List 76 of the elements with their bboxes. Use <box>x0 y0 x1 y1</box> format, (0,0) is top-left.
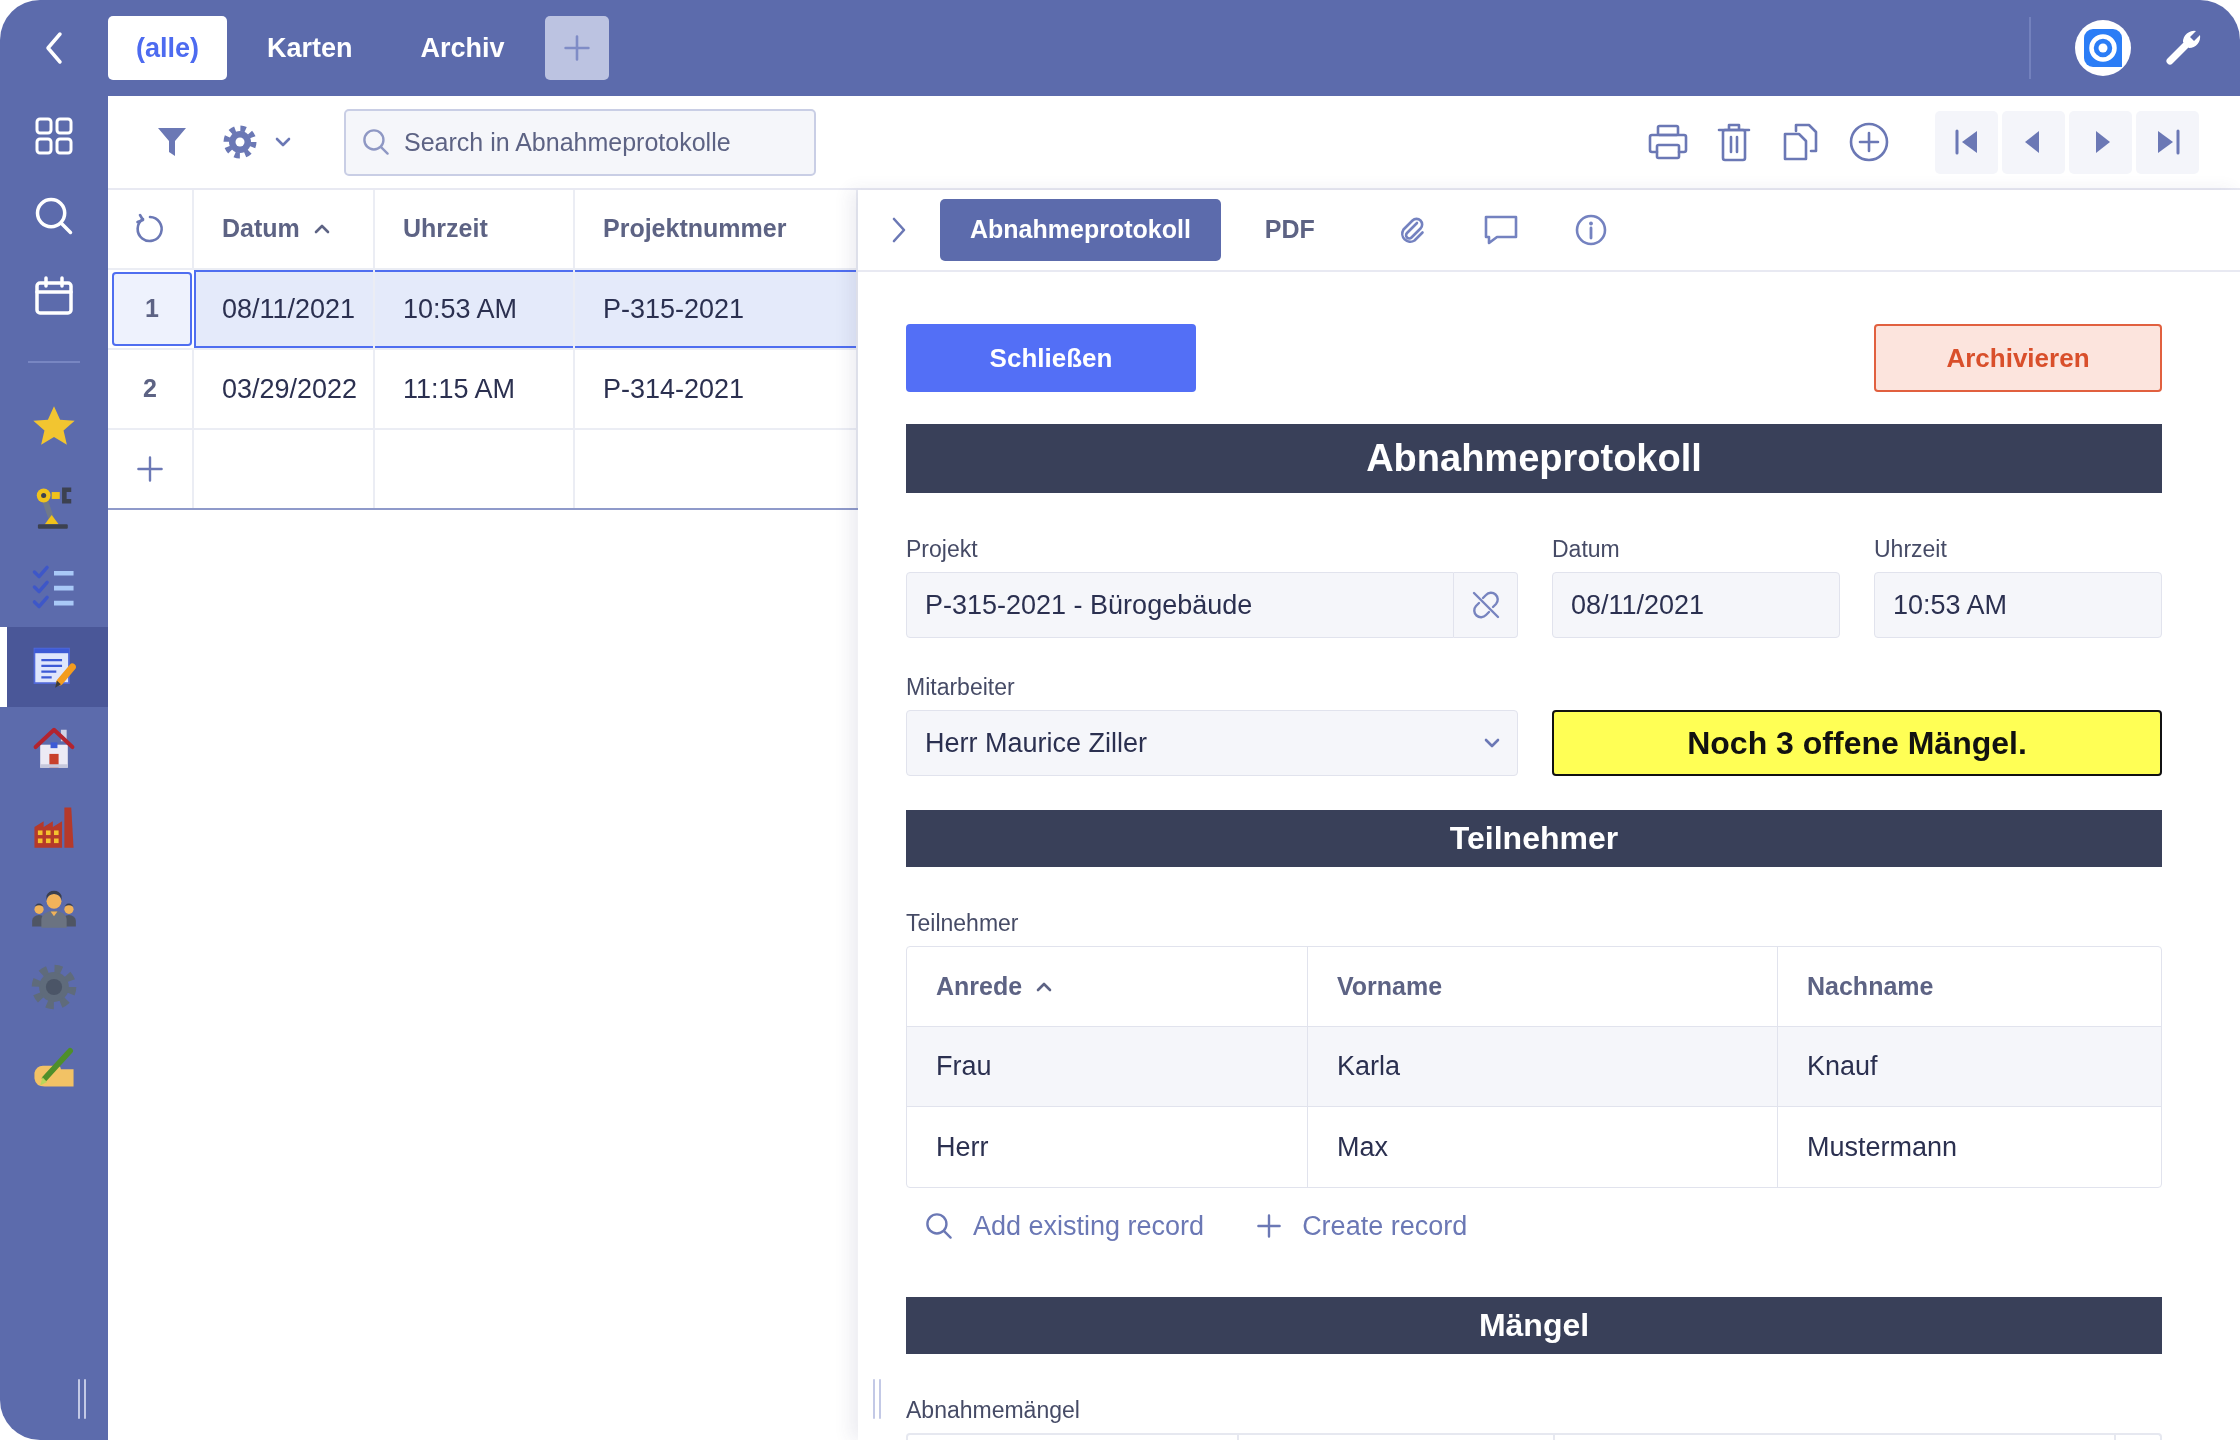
previous-record-button[interactable] <box>2002 110 2065 174</box>
back-icon[interactable] <box>44 31 64 65</box>
printer-icon[interactable] <box>1648 124 1688 160</box>
add-row-icon[interactable] <box>136 455 164 483</box>
section-header: Mängel <box>906 1297 2162 1354</box>
search-icon <box>925 1212 953 1240</box>
apps-grid-icon[interactable] <box>34 116 74 156</box>
tab[interactable]: Abnahmeprotokoll <box>940 199 1221 261</box>
tab[interactable]: Karten <box>239 16 381 80</box>
settings-menu-button[interactable] <box>223 125 291 159</box>
table-cell: Max <box>1308 1107 1778 1187</box>
field-label: Projekt <box>906 535 979 564</box>
table-cell: 11:15 AM <box>375 350 575 428</box>
plus-circle-icon[interactable] <box>1849 122 1889 162</box>
field-label: Datum <box>1552 535 1621 564</box>
logo-icon[interactable] <box>2075 20 2131 76</box>
resize-handle[interactable] <box>872 1378 882 1420</box>
factory-icon <box>31 804 77 850</box>
column-header[interactable]: Datum <box>194 190 375 268</box>
wrench-icon[interactable] <box>2163 28 2203 68</box>
sidebar-item[interactable] <box>0 627 108 707</box>
search-icon <box>362 127 390 156</box>
column-header[interactable]: Uhrzeit <box>375 190 575 268</box>
unlink-button[interactable] <box>1454 572 1518 638</box>
archive-button[interactable]: Archivieren <box>1874 324 2162 392</box>
resize-handle[interactable] <box>77 1378 87 1420</box>
last-record-button[interactable] <box>2136 110 2199 174</box>
info-icon <box>1574 214 1607 246</box>
tab[interactable]: (alle) <box>108 16 228 80</box>
filter-icon[interactable] <box>157 126 187 158</box>
field-label: Abnahmemängel <box>906 1396 1081 1425</box>
input-field[interactable]: P-315-2021 - Bürogebäude <box>906 572 1454 638</box>
column-header[interactable]: Vorname <box>1308 947 1778 1026</box>
table-cell-text: Knauf <box>1806 1050 1879 1084</box>
row-number[interactable]: 2 <box>108 350 194 428</box>
create-record-link[interactable]: Create record <box>1256 1205 1468 1247</box>
table-cell-text: Mustermann <box>1806 1130 1959 1164</box>
speech-bubble-icon <box>1482 214 1519 246</box>
time-field[interactable]: 10:53 AM <box>1874 572 2162 638</box>
table-cell: 08/11/2021 <box>194 270 375 348</box>
search-icon[interactable] <box>34 196 74 236</box>
close-button[interactable]: Schließen <box>906 324 1196 392</box>
row-number[interactable]: 1 <box>112 272 192 346</box>
table-cell: Herr <box>907 1107 1308 1187</box>
calendar-icon[interactable] <box>34 276 74 316</box>
chevron-right-icon[interactable] <box>891 216 907 244</box>
select-field[interactable]: Herr Maurice Ziller <box>906 710 1518 776</box>
first-record-button[interactable] <box>1935 110 1998 174</box>
notice-banner: Noch 3 offene Mängel. <box>1552 710 2162 776</box>
tab[interactable]: PDF <box>1234 199 1345 261</box>
caret-icon <box>1484 738 1500 748</box>
plus-icon <box>562 34 591 62</box>
search-field[interactable]: Search in Abnahmeprotokolle <box>344 108 816 176</box>
field-label: Uhrzeit <box>1874 535 1948 564</box>
field-label: Teilnehmer <box>906 909 1020 938</box>
table-cell: P-315-2021 <box>575 270 858 348</box>
date-field[interactable]: 08/11/2021 <box>1552 572 1840 638</box>
trash-icon[interactable] <box>1717 122 1751 162</box>
column-header[interactable]: Anrede <box>907 947 1308 1026</box>
column-header[interactable]: Nachname <box>1778 947 2161 1026</box>
section-header: Abnahmeprotokoll <box>906 424 2162 493</box>
table-cell: 03/29/2022 <box>194 350 375 428</box>
refresh-icon[interactable] <box>134 213 166 245</box>
field-label: Mitarbeiter <box>906 673 1016 702</box>
gear-icon <box>31 964 77 1010</box>
checklist-icon <box>31 564 77 610</box>
section-header: Teilnehmer <box>906 810 2162 867</box>
table-cell: 10:53 AM <box>375 270 575 348</box>
gear-icon <box>223 125 257 159</box>
table-cell: Frau <box>907 1027 1308 1106</box>
next-record-button[interactable] <box>2069 110 2132 174</box>
table-cell: Karla <box>1308 1027 1778 1106</box>
add-existing-record-link[interactable]: Add existing record <box>925 1205 1205 1247</box>
tab[interactable]: Archiv <box>392 16 533 80</box>
caret-icon <box>275 137 291 147</box>
plus-icon <box>1256 1213 1283 1239</box>
